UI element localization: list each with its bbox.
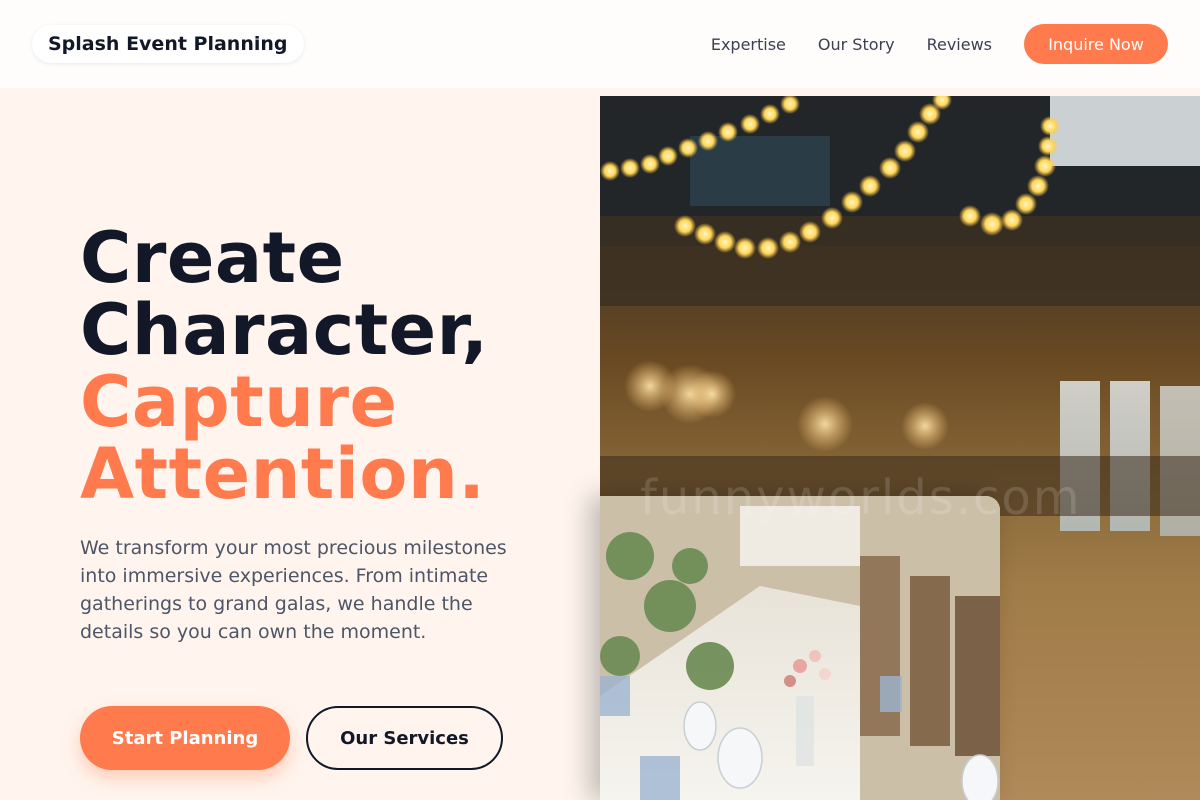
hero-headline: Create Character, Capture Attention. [80, 222, 488, 510]
table-setting-photo [600, 496, 1000, 800]
headline-accent-1: Capture [80, 361, 398, 443]
our-services-button[interactable]: Our Services [306, 706, 503, 770]
brand-logo[interactable]: Splash Event Planning [32, 25, 304, 63]
nav-link-our-story[interactable]: Our Story [818, 35, 895, 54]
main-nav: Expertise Our Story Reviews Inquire Now [679, 24, 1168, 64]
headline-line-2: Character, [80, 289, 489, 371]
headline-line-1: Create [80, 217, 345, 299]
nav-link-reviews[interactable]: Reviews [927, 35, 992, 54]
start-planning-button[interactable]: Start Planning [80, 706, 290, 770]
table-setting-illustration [600, 496, 1000, 800]
inquire-now-button[interactable]: Inquire Now [1024, 24, 1168, 64]
hero-lead-text: We transform your most precious mileston… [80, 537, 507, 643]
watermark: funnyworlds.com [640, 470, 1082, 526]
nav-link-expertise[interactable]: Expertise [711, 35, 786, 54]
headline-accent-2: Attention. [80, 433, 486, 515]
site-header: Splash Event Planning Expertise Our Stor… [0, 0, 1200, 88]
